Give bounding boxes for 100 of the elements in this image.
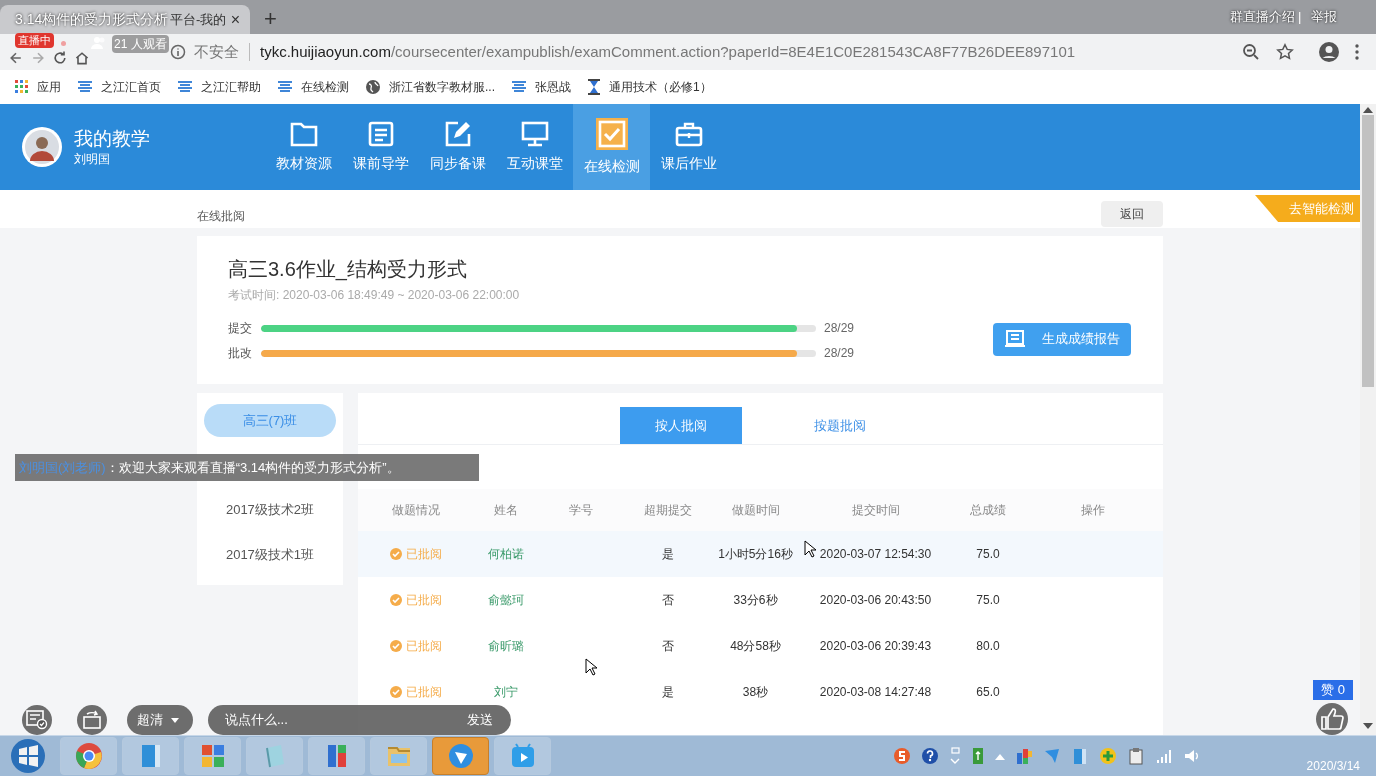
column-header: 操作 <box>1080 502 1106 519</box>
table-cell-text: 65.0 <box>976 684 1000 701</box>
check-circle-icon <box>389 640 402 652</box>
url-text: tykc.huijiaoyun.com/coursecenter/exampublish/examComment.action?paperId=8E4E1C0E281543CA8F77B26DEE897101 <box>260 41 1076 62</box>
usb-icon[interactable] <box>970 747 985 765</box>
stripes-icon[interactable] <box>511 80 527 94</box>
exam-time: 考试时间: 2020-03-06 18:49:49 ~ 2020-03-06 22:00:00 <box>228 287 521 304</box>
table-row[interactable]: 已批阅 何柏诺 是 1小时5分16秒 2020-03-07 12:54:30 75.0 <box>358 531 1163 577</box>
table-cell-text: 2020-03-06 20:39:43 <box>819 638 932 655</box>
plus-circle-icon[interactable] <box>1098 747 1117 765</box>
window-caret-icon[interactable] <box>948 747 961 765</box>
class-item[interactable]: 2017级技术1班 <box>204 538 336 571</box>
scrollbar-thumb[interactable] <box>1362 115 1374 387</box>
nav-tab[interactable]: 课前导学 <box>342 104 419 190</box>
quality-dropdown[interactable]: 超清 <box>127 705 193 735</box>
separator: | <box>1298 8 1302 26</box>
tab-title: 平台-我的 <box>170 10 227 29</box>
table-row[interactable]: 已批阅 俞懿珂 否 33分6秒 2020-03-06 20:43:50 75.0 <box>358 577 1163 623</box>
table-row[interactable]: 已批阅 俞昕璐 否 48分58秒 2020-03-06 20:39:43 80.0 <box>358 623 1163 669</box>
back-button[interactable]: 返回 <box>1101 201 1163 227</box>
reload-icon[interactable] <box>52 50 68 66</box>
progress-label: 批改 <box>228 345 253 362</box>
star-icon[interactable] <box>1276 43 1294 61</box>
taskbar-button[interactable] <box>60 737 117 775</box>
exam-title: 高三3.6作业_结构受力形式 <box>228 257 468 282</box>
back-icon[interactable] <box>8 50 24 66</box>
stripes-icon[interactable] <box>177 80 193 94</box>
speaker-icon[interactable] <box>1182 747 1201 765</box>
status-text: 已批阅 <box>405 638 442 655</box>
menu-icon[interactable] <box>1354 43 1360 61</box>
colored-blocks-icon[interactable] <box>1014 747 1033 765</box>
scroll-down-icon[interactable] <box>1363 723 1373 729</box>
nav-tab[interactable]: 同步备课 <box>419 104 496 190</box>
taskbar-button[interactable] <box>184 737 241 775</box>
nav-tab[interactable]: 互动课堂 <box>496 104 573 190</box>
browser-icon <box>74 742 103 770</box>
info-icon[interactable] <box>170 44 186 60</box>
zoom-out-icon[interactable] <box>1242 43 1260 61</box>
apps-icon[interactable] <box>15 80 29 94</box>
table-cell-text: 2020-03-06 20:43:50 <box>819 592 932 609</box>
taskbar-button[interactable] <box>122 737 179 775</box>
clipboard-icon[interactable] <box>1126 747 1145 765</box>
new-tab-button[interactable]: + <box>264 8 277 30</box>
document-icon <box>366 120 395 147</box>
hourglass-icon[interactable] <box>587 79 601 95</box>
scroll-up-icon[interactable] <box>1363 107 1373 113</box>
table-cell-text: 1小时5分16秒 <box>718 546 793 563</box>
forward-icon[interactable] <box>30 50 46 66</box>
table-cell-text: 否 <box>662 592 674 609</box>
nav-tab[interactable]: 课后作业 <box>650 104 727 190</box>
stripes-icon[interactable] <box>77 80 93 94</box>
taskbar-button[interactable] <box>432 737 489 775</box>
check-circle-icon <box>389 594 402 606</box>
check-circle-icon <box>389 548 402 560</box>
globe-icon[interactable] <box>365 79 381 95</box>
table-cell-text: 75.0 <box>976 592 1000 609</box>
student-name: 俞昕璐 <box>487 638 524 655</box>
briefcase-icon <box>674 120 703 147</box>
nav-tab[interactable]: 教材资源 <box>265 104 342 190</box>
signal-icon[interactable] <box>1154 747 1173 765</box>
bookmark-link[interactable]: 张恩战 <box>535 78 571 96</box>
help-icon[interactable] <box>920 747 939 765</box>
column-header: 总成绩 <box>969 502 1007 519</box>
table-cell-text: 33分6秒 <box>733 592 778 609</box>
show-hidden-icon[interactable] <box>994 752 1005 760</box>
column-header: 提交时间 <box>850 502 901 519</box>
security-label: 不安全 <box>194 41 239 62</box>
class-item[interactable]: 2017级技术2班 <box>204 493 336 526</box>
table-cell-text: 否 <box>662 638 674 655</box>
student-name: 俞懿珂 <box>487 592 524 609</box>
table-cell-text: 38秒 <box>742 684 769 701</box>
viewer-count: 21 人观看 <box>112 35 169 53</box>
account-icon[interactable] <box>1318 41 1340 63</box>
close-tab-button[interactable]: × <box>230 7 240 32</box>
home-icon[interactable] <box>74 50 90 66</box>
caret-icon <box>171 717 179 723</box>
s-logo-icon[interactable] <box>892 747 911 765</box>
bookmark-link[interactable]: 之江汇帮助 <box>201 78 261 96</box>
taskbar-button[interactable] <box>308 737 365 775</box>
bookmark-link[interactable]: 在线检测 <box>301 78 349 96</box>
bookmark-link[interactable]: 通用技术（必修1） <box>609 78 712 96</box>
app-title: 我的教学 <box>74 127 151 151</box>
avatar <box>22 127 62 167</box>
stripes-icon[interactable] <box>277 80 293 94</box>
bookmark-link[interactable]: 应用 <box>37 78 61 96</box>
check-circle-icon <box>389 686 402 698</box>
table-cell-text: 80.0 <box>976 638 1000 655</box>
review-tab[interactable]: 按题批阅 <box>779 407 901 444</box>
breadcrumb: 在线批阅 <box>197 208 245 225</box>
table-cell-text: 75.0 <box>976 546 1000 563</box>
user-name: 刘明国 <box>74 151 111 167</box>
comment-bar[interactable]: 说点什么... 发送 <box>208 705 511 735</box>
bookmark-link[interactable]: 之江汇首页 <box>101 78 161 96</box>
cursor-icon <box>585 658 597 676</box>
column-header: 超期提交 <box>643 502 693 519</box>
chat-message: 刘明国(刘老师)：欢迎大家来观看直播“3.14构件的受力形式分析”。 <box>15 454 479 481</box>
bookmark-link[interactable]: 浙江省数字教材服... <box>389 78 495 96</box>
like-count: 赞 0 <box>1313 680 1353 700</box>
table-cell-text: 2020-03-08 14:27:48 <box>819 684 932 701</box>
start-button[interactable] <box>10 738 46 774</box>
